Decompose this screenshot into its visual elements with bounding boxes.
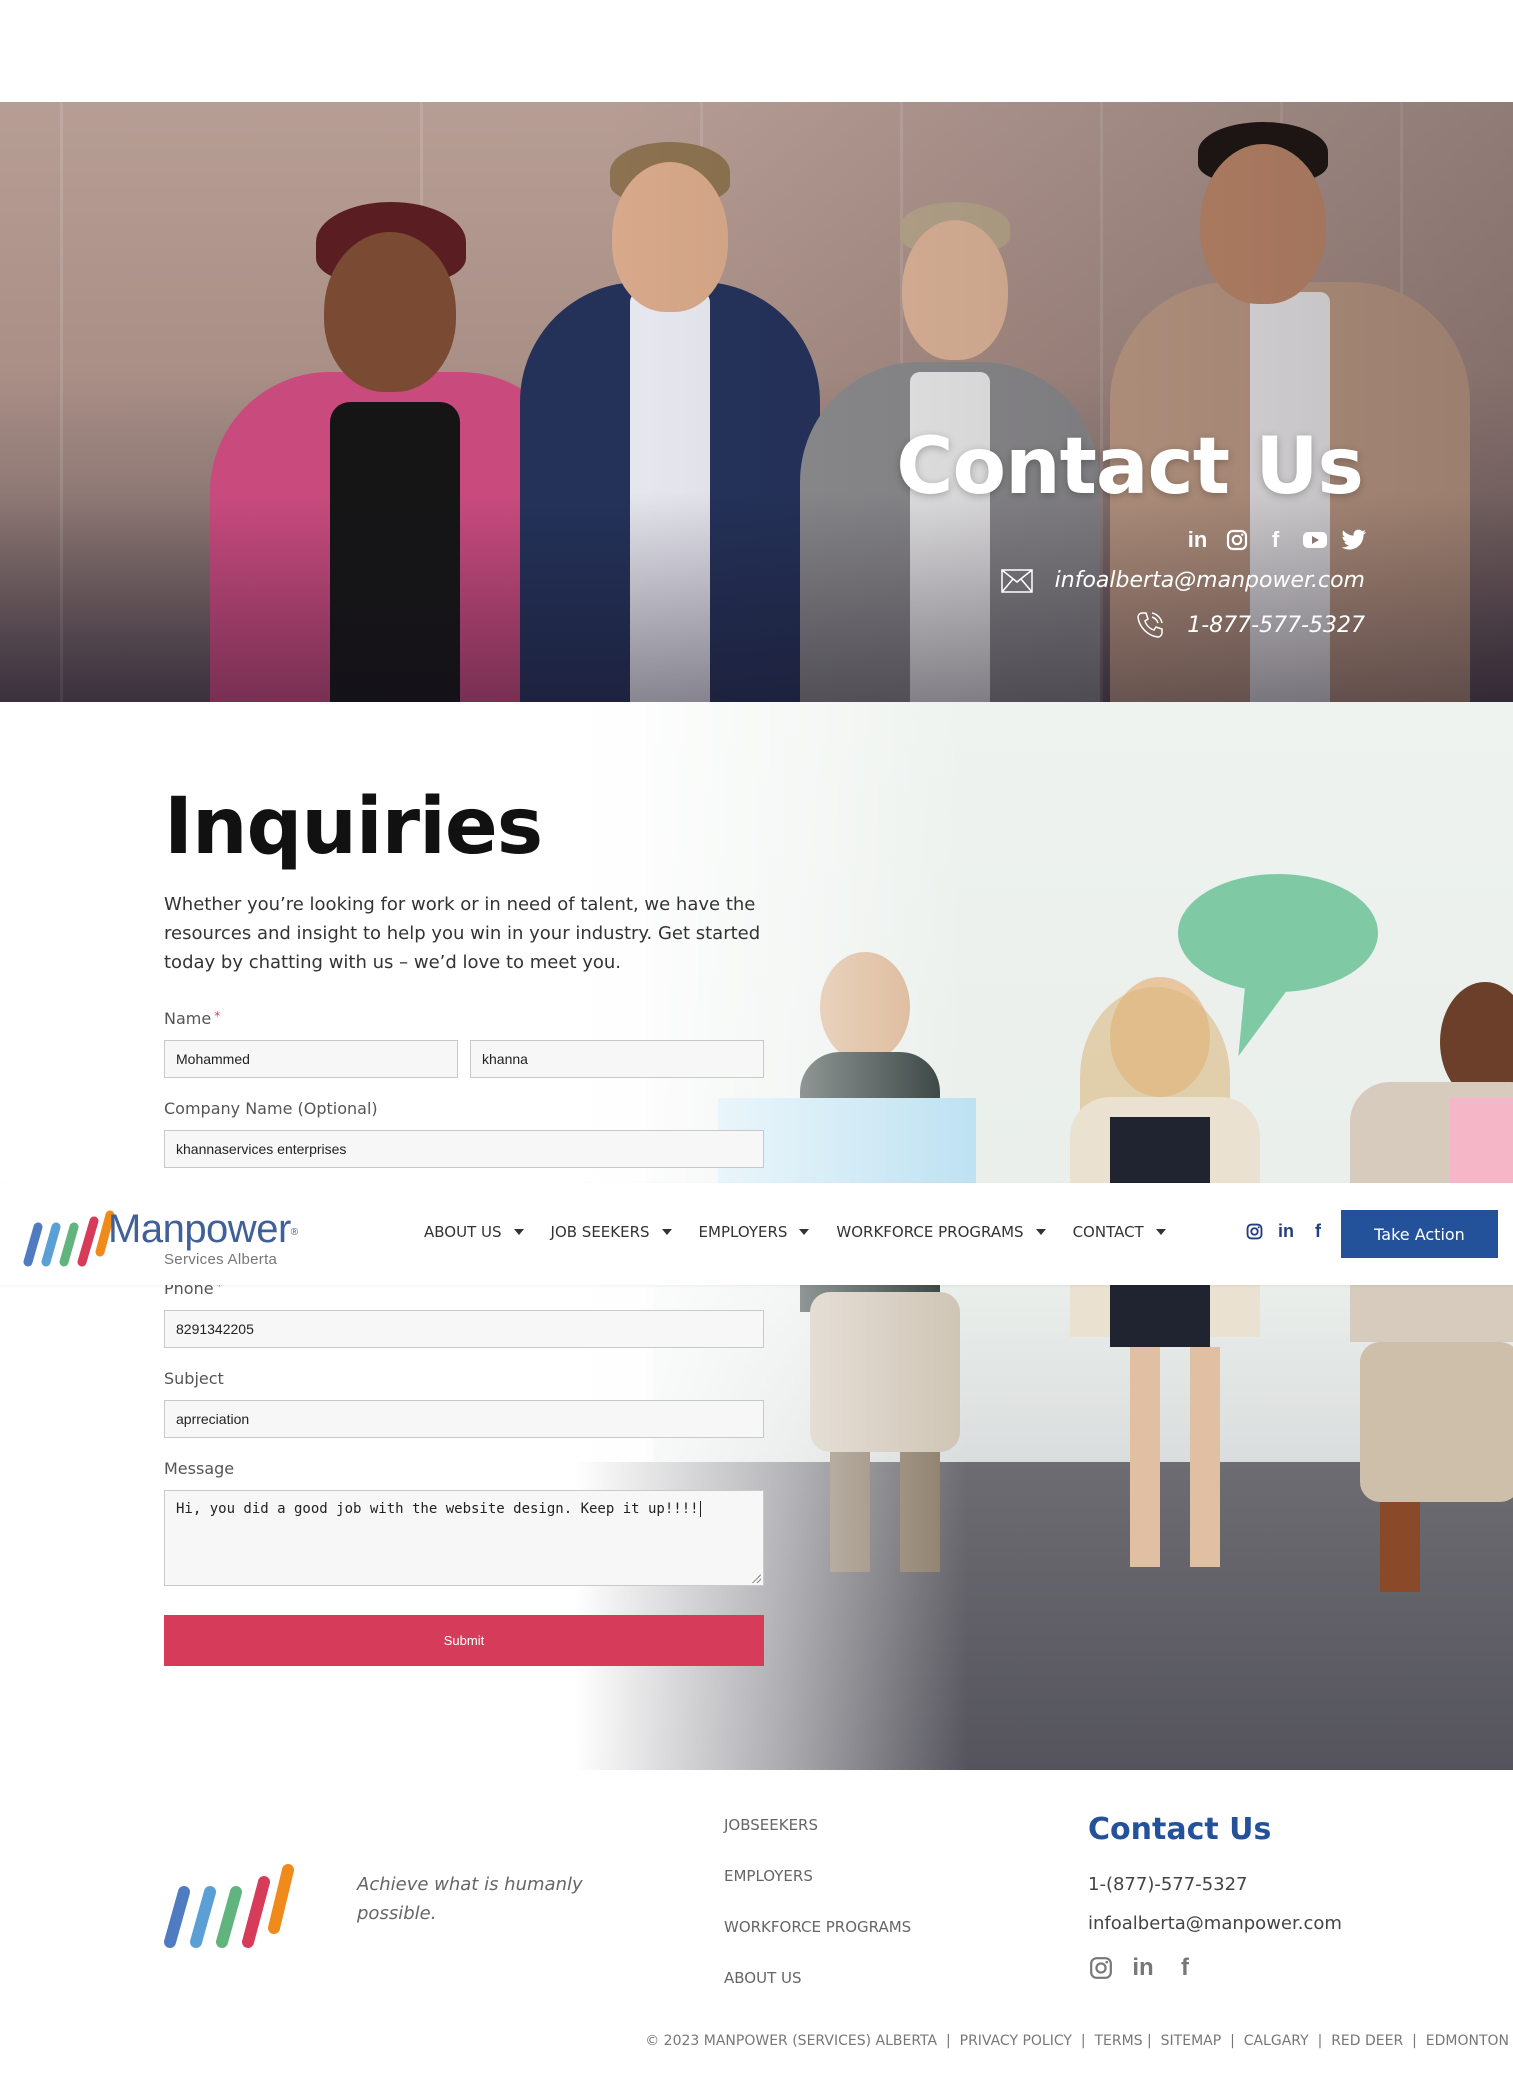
nav-item-label: CONTACT xyxy=(1072,1223,1144,1241)
footer-contact-title: Contact Us xyxy=(1088,1812,1272,1847)
youtube-icon[interactable] xyxy=(1301,526,1328,553)
chevron-down-icon xyxy=(799,1229,810,1235)
last-name-field[interactable]: khanna xyxy=(470,1040,764,1078)
hero-phone-row: 1-877-577-5327 xyxy=(1135,610,1365,640)
message-label: Message xyxy=(164,1459,235,1478)
separator: | xyxy=(1080,2033,1086,2049)
footer-link-about-us[interactable]: ABOUT US xyxy=(724,1969,911,2020)
footer-link-employers[interactable]: EMPLOYERS xyxy=(724,1867,911,1918)
footer-link-privacy-policy[interactable]: PRIVACY POLICY xyxy=(960,2033,1072,2049)
chevron-down-icon xyxy=(661,1229,672,1235)
hero-banner: Contact Us in f infoalberta@manpower.com xyxy=(0,102,1513,702)
brand-subtitle: Services Alberta xyxy=(164,1251,278,1268)
first-name-value: Mohammed xyxy=(176,1051,250,1067)
subject-label: Subject xyxy=(164,1369,224,1388)
last-name-value: khanna xyxy=(482,1051,528,1067)
separator: | xyxy=(1147,2033,1152,2049)
footer-link-calgary[interactable]: CALGARY xyxy=(1244,2033,1309,2049)
chevron-down-icon xyxy=(1155,1229,1166,1235)
footer-phone-link[interactable]: 1-(877)-577-5327 xyxy=(1088,1874,1248,1895)
logo-stripes-icon xyxy=(23,1210,115,1267)
nav-item-workforce-programs[interactable]: WORKFORCE PROGRAMS xyxy=(836,1223,1046,1241)
linkedin-icon[interactable]: in xyxy=(1130,1954,1156,1982)
footer-bottom-bar: © 2023 MANPOWER (SERVICES) ALBERTA | PRI… xyxy=(645,2033,1509,2049)
inquiries-title: Inquiries xyxy=(164,782,543,872)
linkedin-icon[interactable]: in xyxy=(1184,526,1211,553)
separator: | xyxy=(946,2033,951,2049)
footer-logo-icon xyxy=(164,1864,294,1948)
inquiries-intro: Whether you’re looking for work or in ne… xyxy=(164,894,761,973)
required-mark: * xyxy=(214,1009,221,1023)
subject-value: aprreciation xyxy=(176,1411,250,1427)
registered-mark: ® xyxy=(290,1227,298,1238)
hero-phone-link[interactable]: 1-877-577-5327 xyxy=(1187,613,1365,638)
nav-item-employers[interactable]: EMPLOYERS xyxy=(699,1223,810,1241)
subject-field[interactable]: aprreciation xyxy=(164,1400,764,1438)
nav-item-label: WORKFORCE PROGRAMS xyxy=(836,1223,1024,1241)
nav-menu: ABOUT US JOB SEEKERS EMPLOYERS WORKFORCE… xyxy=(424,1223,1193,1241)
hero-email-row: infoalberta@manpower.com xyxy=(1000,568,1365,593)
resize-handle-icon[interactable] xyxy=(752,1574,761,1583)
company-name-value: khannaservices enterprises xyxy=(176,1141,347,1157)
first-name-field[interactable]: Mohammed xyxy=(164,1040,458,1078)
page-title: Contact Us xyxy=(896,422,1364,512)
footer-links: JOBSEEKERS EMPLOYERS WORKFORCE PROGRAMS … xyxy=(724,1816,911,2020)
message-value: Hi, you did a good job with the website … xyxy=(176,1501,699,1517)
envelope-icon xyxy=(1000,568,1033,593)
footer-link-jobseekers[interactable]: JOBSEEKERS xyxy=(724,1816,911,1867)
copyright-text: © 2023 MANPOWER (SERVICES) ALBERTA xyxy=(645,2033,938,2049)
nav-item-label: ABOUT US xyxy=(424,1223,502,1241)
separator: | xyxy=(1317,2033,1323,2049)
text-caret xyxy=(699,1501,701,1517)
nav-item-label: EMPLOYERS xyxy=(698,1223,788,1241)
brand-name-text: Manpower xyxy=(108,1207,291,1251)
nav-item-about-us[interactable]: ABOUT US xyxy=(424,1223,524,1241)
footer-link-red-deer[interactable]: RED DEER xyxy=(1331,2033,1403,2049)
chevron-down-icon xyxy=(1035,1229,1046,1235)
footer-email-link[interactable]: infoalberta@manpower.com xyxy=(1088,1913,1342,1934)
footer-link-workforce-programs[interactable]: WORKFORCE PROGRAMS xyxy=(724,1918,911,1969)
twitter-icon[interactable] xyxy=(1340,526,1367,553)
footer-social-links: in f xyxy=(1088,1954,1198,1982)
linkedin-icon[interactable]: in xyxy=(1277,1221,1295,1241)
instagram-icon[interactable] xyxy=(1245,1221,1263,1241)
submit-button[interactable]: Submit xyxy=(164,1615,764,1666)
facebook-icon[interactable]: f xyxy=(1309,1221,1327,1241)
message-textarea[interactable]: Hi, you did a good job with the website … xyxy=(164,1490,764,1586)
page: Contact Us in f infoalberta@manpower.com xyxy=(0,0,1513,2075)
instagram-icon[interactable] xyxy=(1223,526,1250,553)
name-label: Name * xyxy=(164,1009,220,1028)
manpower-logo[interactable] xyxy=(20,1207,120,1267)
instagram-icon[interactable] xyxy=(1088,1954,1114,1982)
phone-icon xyxy=(1135,610,1165,640)
phone-value: 8291342205 xyxy=(176,1321,254,1337)
footer-link-edmonton[interactable]: EDMONTON xyxy=(1426,2033,1509,2049)
company-name-field[interactable]: khannaservices enterprises xyxy=(164,1130,764,1168)
facebook-icon[interactable]: f xyxy=(1262,526,1289,553)
hero-email-link[interactable]: infoalberta@manpower.com xyxy=(1055,568,1365,593)
nav-item-contact[interactable]: CONTACT xyxy=(1073,1223,1166,1241)
footer: Achieve what is humanly possible. JOBSEE… xyxy=(0,1770,1513,2075)
footer-link-sitemap[interactable]: SITEMAP xyxy=(1161,2033,1222,2049)
nav-item-job-seekers[interactable]: JOB SEEKERS xyxy=(551,1223,672,1241)
footer-link-terms[interactable]: TERMS xyxy=(1094,2033,1142,2049)
footer-tagline: Achieve what is humanly possible. xyxy=(357,1874,583,1924)
brand-name: Manpower® xyxy=(108,1209,298,1249)
take-action-button[interactable]: Take Action xyxy=(1341,1210,1498,1258)
separator: | xyxy=(1230,2033,1235,2049)
nav-item-label: JOB SEEKERS xyxy=(550,1223,650,1241)
company-label: Company Name (Optional) xyxy=(164,1099,378,1118)
chevron-down-icon xyxy=(513,1229,524,1235)
name-label-text: Name xyxy=(164,1009,212,1028)
nav-social-links: in f xyxy=(1245,1221,1327,1241)
separator: | xyxy=(1412,2033,1417,2049)
phone-field[interactable]: 8291342205 xyxy=(164,1310,764,1348)
hero-social-links: in f xyxy=(1184,526,1367,553)
main-navigation: Manpower® Services Alberta ABOUT US JOB … xyxy=(0,1183,1513,1285)
facebook-icon[interactable]: f xyxy=(1172,1954,1198,1982)
